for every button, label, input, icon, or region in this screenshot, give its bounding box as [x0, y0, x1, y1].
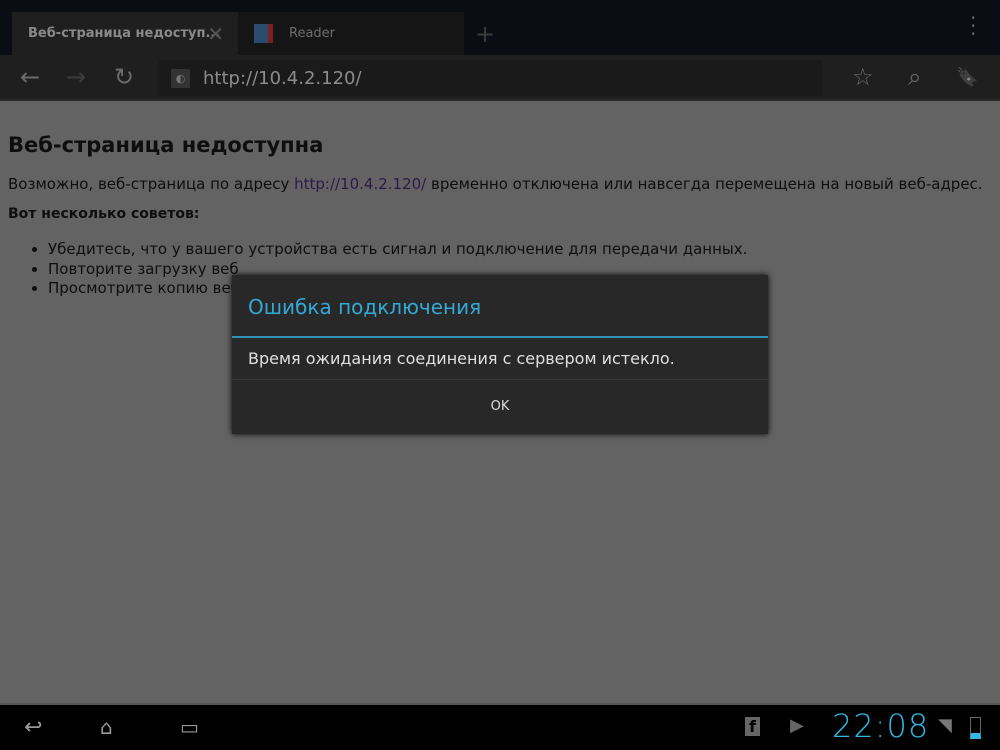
browser-toolbar: ← → ↻ ◐ http://10.4.2.120/ ☆ ⌕ 🔖	[0, 55, 1000, 101]
home-icon[interactable]: ⌂	[100, 715, 113, 739]
wifi-icon: ◥	[938, 715, 952, 736]
error-message: Возможно, веб-страница по адресу http://…	[8, 175, 983, 193]
close-tab-icon[interactable]: ✕	[207, 22, 224, 46]
clock[interactable]: 22:08	[832, 707, 929, 745]
back-nav-icon[interactable]: ↩	[24, 715, 42, 740]
dialog-message: Время ожидания соединения с сервером ист…	[232, 338, 768, 380]
tab-label: Веб-страница недоступ...	[28, 26, 221, 41]
url-bar[interactable]: ◐ http://10.4.2.120/	[158, 60, 823, 96]
recent-apps-icon[interactable]: ▭	[180, 715, 199, 739]
page-content: Веб-страница недоступна Возможно, веб-ст…	[8, 133, 983, 299]
star-icon[interactable]: ☆	[852, 63, 874, 91]
site-icon: ◐	[171, 68, 190, 88]
play-store-notification-icon[interactable]: ▶	[790, 715, 804, 736]
tips-heading: Вот несколько советов:	[8, 206, 200, 222]
back-icon[interactable]: ←	[20, 63, 40, 91]
tab-reader[interactable]: Reader	[238, 12, 464, 55]
search-icon[interactable]: ⌕	[908, 63, 921, 91]
new-tab-button[interactable]: +	[465, 12, 505, 55]
tip-item: Убедитесь, что у вашего устройства есть …	[48, 240, 983, 260]
message-text: временно отключена или навсегда перемеще…	[426, 175, 983, 193]
tab-label: Reader	[289, 26, 336, 41]
page-title: Веб-страница недоступна	[8, 133, 324, 157]
ok-button[interactable]: OK	[232, 380, 768, 432]
bookmarks-icon[interactable]: 🔖	[956, 67, 978, 88]
message-text: Возможно, веб-страница по адресу	[8, 175, 295, 193]
dialog-title: Ошибка подключения	[232, 275, 768, 338]
connection-error-dialog: Ошибка подключения Время ожидания соедин…	[232, 275, 768, 434]
overflow-menu-icon[interactable]: · · ·	[970, 8, 976, 44]
tab-current[interactable]: Веб-страница недоступ... ✕	[12, 12, 240, 55]
facebook-notification-icon[interactable]: f	[745, 717, 760, 736]
url-text[interactable]: http://10.4.2.120/	[203, 68, 362, 89]
reload-icon[interactable]: ↻	[114, 63, 134, 91]
battery-icon	[970, 717, 981, 739]
forward-icon[interactable]: →	[66, 63, 86, 91]
reader-favicon-icon	[254, 24, 273, 43]
failed-url-link[interactable]: http://10.4.2.120/	[294, 175, 426, 193]
tab-bar: Веб-страница недоступ... ✕ Reader + · · ·	[0, 0, 1000, 55]
system-bar: ↩ ⌂ ▭ f ▶ 22:08 ◥	[0, 703, 1000, 750]
